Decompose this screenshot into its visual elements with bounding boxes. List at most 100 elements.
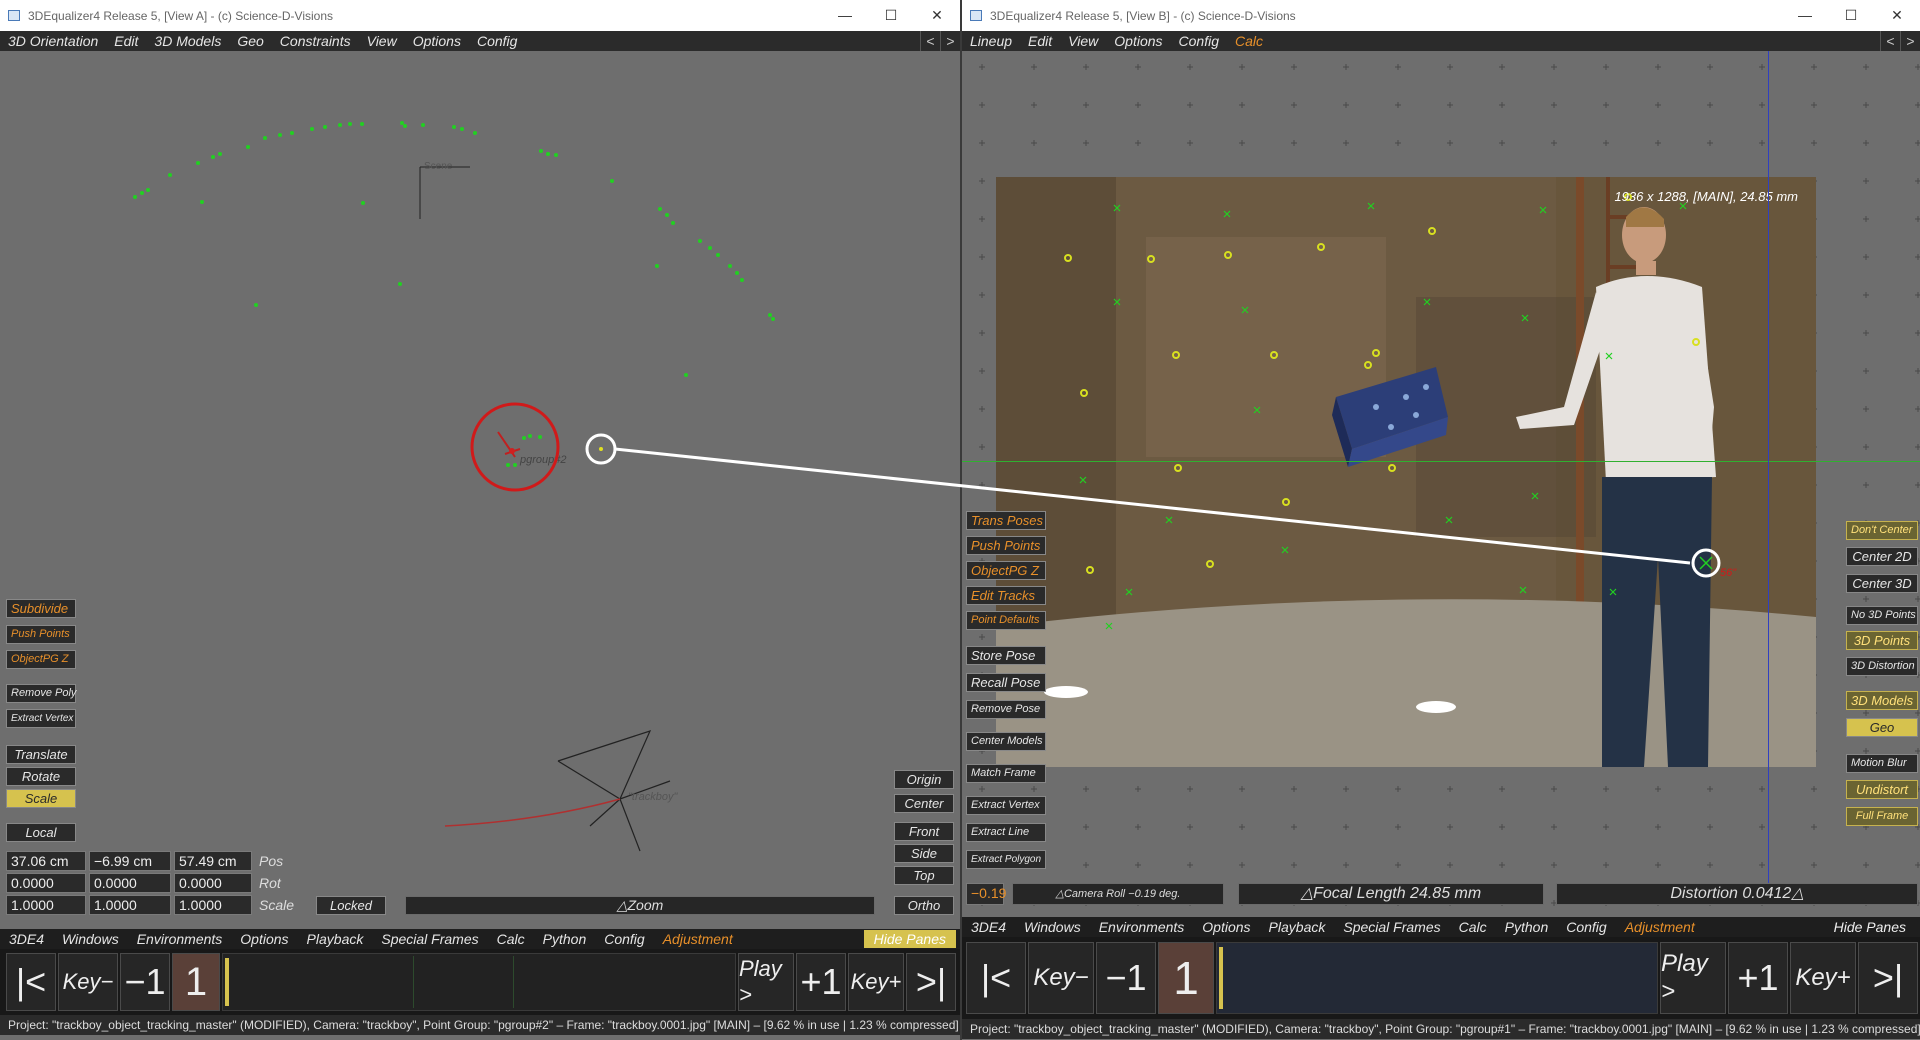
store-pose-button[interactable]: Store Pose bbox=[966, 646, 1046, 665]
menu-calc[interactable]: Calc bbox=[1227, 33, 1271, 49]
point-defaults-button[interactable]: Point Defaults bbox=[966, 611, 1046, 630]
menu-config[interactable]: Config bbox=[1557, 919, 1615, 935]
extract-vertex-button[interactable]: Extract Vertex bbox=[966, 796, 1046, 815]
center-button[interactable]: Center bbox=[894, 794, 954, 813]
menu-windows[interactable]: Windows bbox=[53, 931, 128, 947]
remove-pose-button[interactable]: Remove Pose bbox=[966, 700, 1046, 719]
nav-next-button[interactable]: > bbox=[1900, 31, 1920, 51]
pos-z-field[interactable]: 57.49 cm bbox=[174, 851, 252, 871]
motion-blur-button[interactable]: Motion Blur bbox=[1846, 754, 1918, 773]
3d-distortion-button[interactable]: 3D Distortion bbox=[1846, 657, 1918, 676]
3d-viewport[interactable]: Scene pgroup#2 "trackboy" Subdivide Push… bbox=[0, 51, 960, 921]
menu-adjustment[interactable]: Adjustment bbox=[1616, 919, 1704, 935]
key-next-button[interactable]: Key+ bbox=[1790, 942, 1856, 1014]
remove-poly-button[interactable]: Remove Poly bbox=[6, 684, 76, 703]
menu-view[interactable]: View bbox=[1060, 33, 1106, 49]
menu-windows[interactable]: Windows bbox=[1015, 919, 1090, 935]
first-frame-button[interactable]: |< bbox=[6, 953, 56, 1011]
timeline-track[interactable] bbox=[222, 953, 736, 1011]
center-3d-button[interactable]: Center 3D bbox=[1846, 574, 1918, 593]
menu-edit[interactable]: Edit bbox=[106, 33, 146, 49]
full-frame-button[interactable]: Full Frame bbox=[1846, 807, 1918, 826]
minimize-button[interactable]: — bbox=[822, 7, 868, 24]
objectpg-z-button[interactable]: ObjectPG Z bbox=[6, 650, 76, 669]
objectpg-z-button[interactable]: ObjectPG Z bbox=[966, 561, 1046, 580]
trans-poses-button[interactable]: Trans Poses bbox=[966, 511, 1046, 530]
menu-special-frames[interactable]: Special Frames bbox=[1334, 919, 1449, 935]
minus-one-button[interactable]: −1 bbox=[1096, 942, 1156, 1014]
menu-options[interactable]: Options bbox=[231, 931, 297, 947]
scale-x-field[interactable]: 1.0000 bbox=[6, 895, 86, 915]
nav-prev-button[interactable]: < bbox=[920, 31, 940, 51]
local-button[interactable]: Local bbox=[6, 823, 76, 842]
timeline-track[interactable] bbox=[1216, 942, 1658, 1014]
maximize-button[interactable]: ☐ bbox=[1828, 7, 1874, 24]
origin-button[interactable]: Origin bbox=[894, 770, 954, 789]
maximize-button[interactable]: ☐ bbox=[868, 7, 914, 24]
menu-adjustment[interactable]: Adjustment bbox=[654, 931, 742, 947]
no-3d-points-button[interactable]: No 3D Points bbox=[1846, 606, 1918, 625]
3d-points-button[interactable]: 3D Points bbox=[1846, 631, 1918, 650]
center-2d-button[interactable]: Center 2D bbox=[1846, 547, 1918, 566]
key-prev-button[interactable]: Key− bbox=[58, 953, 118, 1011]
key-next-button[interactable]: Key+ bbox=[848, 953, 904, 1011]
scale-button[interactable]: Scale bbox=[6, 789, 76, 808]
distortion-slider[interactable]: Distortion 0.0412△ bbox=[1556, 883, 1918, 905]
last-frame-button[interactable]: >| bbox=[1858, 942, 1918, 1014]
roll-value-field[interactable]: −0.19 bbox=[966, 883, 1006, 905]
menu-options[interactable]: Options bbox=[405, 33, 469, 49]
plus-one-button[interactable]: +1 bbox=[796, 953, 846, 1011]
extract-polygon-button[interactable]: Extract Polygon bbox=[966, 850, 1046, 869]
extract-vertex-button[interactable]: Extract Vertex bbox=[6, 709, 76, 728]
rotate-button[interactable]: Rotate bbox=[6, 767, 76, 786]
rot-y-field[interactable]: 0.0000 bbox=[89, 873, 171, 893]
menu-python[interactable]: Python bbox=[1496, 919, 1558, 935]
first-frame-button[interactable]: |< bbox=[966, 942, 1026, 1014]
menu-playback[interactable]: Playback bbox=[1260, 919, 1335, 935]
menu-geo[interactable]: Geo bbox=[229, 33, 271, 49]
play-button[interactable]: Play > bbox=[738, 953, 794, 1011]
extract-line-button[interactable]: Extract Line bbox=[966, 823, 1046, 842]
current-frame-display[interactable]: 1 bbox=[172, 953, 220, 1011]
recall-pose-button[interactable]: Recall Pose bbox=[966, 673, 1046, 692]
undistort-button[interactable]: Undistort bbox=[1846, 780, 1918, 799]
push-points-button[interactable]: Push Points bbox=[966, 536, 1046, 555]
menu-options[interactable]: Options bbox=[1106, 33, 1170, 49]
ortho-button[interactable]: Ortho bbox=[894, 896, 954, 915]
menu-3d-orientation[interactable]: 3D Orientation bbox=[0, 33, 106, 49]
rot-x-field[interactable]: 0.0000 bbox=[6, 873, 86, 893]
rot-z-field[interactable]: 0.0000 bbox=[174, 873, 252, 893]
geo-button[interactable]: Geo bbox=[1846, 718, 1918, 737]
scene-canvas[interactable]: Scene pgroup#2 "trackboy" bbox=[0, 51, 960, 921]
hide-panes-button[interactable]: Hide Panes bbox=[863, 930, 956, 948]
plus-one-button[interactable]: +1 bbox=[1728, 942, 1788, 1014]
dont-center-button[interactable]: Don't Center bbox=[1846, 521, 1918, 540]
pos-y-field[interactable]: −6.99 cm bbox=[89, 851, 171, 871]
key-prev-button[interactable]: Key− bbox=[1028, 942, 1094, 1014]
pos-x-field[interactable]: 37.06 cm bbox=[6, 851, 86, 871]
front-button[interactable]: Front bbox=[894, 822, 954, 841]
edit-tracks-button[interactable]: Edit Tracks bbox=[966, 586, 1046, 605]
current-frame-display[interactable]: 1 bbox=[1158, 942, 1214, 1014]
zoom-slider[interactable]: △Zoom bbox=[405, 896, 875, 915]
translate-button[interactable]: Translate bbox=[6, 745, 76, 764]
close-button[interactable]: ✕ bbox=[1874, 7, 1920, 24]
hide-panes-button[interactable]: Hide Panes bbox=[1824, 918, 1916, 936]
match-frame-button[interactable]: Match Frame bbox=[966, 764, 1046, 783]
menu-environments[interactable]: Environments bbox=[1090, 919, 1194, 935]
menu-python[interactable]: Python bbox=[534, 931, 596, 947]
menu-3de4[interactable]: 3DE4 bbox=[0, 931, 53, 947]
menu-special-frames[interactable]: Special Frames bbox=[372, 931, 487, 947]
subdivide-button[interactable]: Subdivide bbox=[6, 599, 76, 618]
play-button[interactable]: Play > bbox=[1660, 942, 1726, 1014]
menu-lineup[interactable]: Lineup bbox=[962, 33, 1020, 49]
minus-one-button[interactable]: −1 bbox=[120, 953, 170, 1011]
menu-config[interactable]: Config bbox=[1171, 33, 1227, 49]
menu-view[interactable]: View bbox=[359, 33, 405, 49]
nav-prev-button[interactable]: < bbox=[1880, 31, 1900, 51]
nav-next-button[interactable]: > bbox=[940, 31, 960, 51]
menu-playback[interactable]: Playback bbox=[298, 931, 373, 947]
menu-edit[interactable]: Edit bbox=[1020, 33, 1060, 49]
menu-constraints[interactable]: Constraints bbox=[272, 33, 359, 49]
3d-models-button[interactable]: 3D Models bbox=[1846, 691, 1918, 710]
